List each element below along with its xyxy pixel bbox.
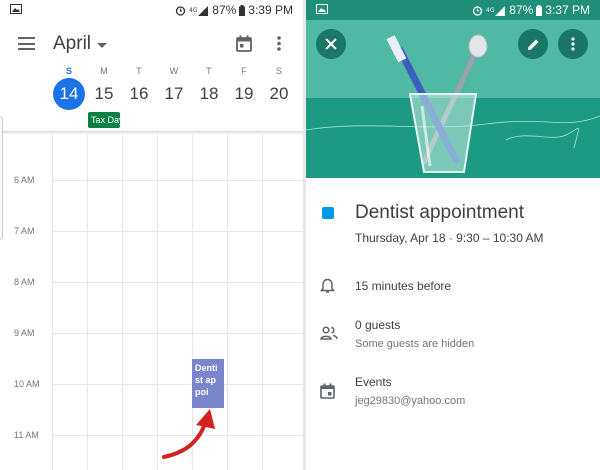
calendar-week-screen: 4G 87% 3:39 PM April S M T W T F S 14 15… [0,0,303,470]
event-color-swatch [322,207,334,219]
event-title-row: Dentist appointment [322,202,524,224]
day-row: 14 15 16 17 18 19 20 [52,78,298,110]
svg-text:4G: 4G [189,7,198,14]
event-banner-illustration [306,20,600,178]
hour-label: 7 AM [14,226,35,236]
day-number[interactable]: 19 [227,78,261,110]
svg-text:4G: 4G [486,7,495,14]
status-time: 3:37 PM [545,3,590,17]
reminder-text[interactable]: 15 minutes before [355,279,451,293]
calendar-icon [320,383,335,399]
day-number-selected[interactable]: 14 [52,78,86,110]
hour-label: 9 AM [14,328,35,338]
people-icon [320,326,338,340]
grid-column-line [87,135,88,470]
day-number[interactable]: 18 [192,78,226,110]
event-detail-screen: 4G 87% 3:37 PM Dentist appointment Thurs… [306,0,600,470]
alarm-icon [473,5,483,16]
all-day-event-chip[interactable]: Tax Day [88,112,120,128]
today-calendar-icon[interactable] [236,35,252,52]
drawer-edge[interactable] [0,116,3,240]
hour-line [52,384,303,385]
menu-icon[interactable] [18,37,35,50]
signal-icon: 4G [486,5,506,16]
red-arrow-annotation [162,409,215,459]
hour-line [52,333,303,334]
day-number[interactable]: 20 [262,78,296,110]
status-bar: 4G 87% 3:39 PM [0,0,303,20]
more-vert-icon[interactable] [275,35,283,52]
weekday-label: F [241,66,247,76]
event-title: Dentist appointment [355,202,524,223]
grid-column-line [227,135,228,470]
status-bar: 4G 87% 3:37 PM [306,0,600,20]
edit-button[interactable] [518,29,548,59]
event-datetime: Thursday, Apr 18 · 9:30 – 10:30 AM [355,231,544,245]
hour-line [52,231,303,232]
guests-count[interactable]: 0 guests [355,318,400,332]
gallery-notification-icon [10,4,22,14]
hour-label: 8 AM [14,277,35,287]
toothbrush-illustration [306,20,600,178]
more-options-button[interactable] [558,29,588,59]
pencil-icon [527,39,538,50]
gallery-notification-icon [316,4,328,14]
hour-label: 6 AM [14,175,35,185]
grid-column-line [157,135,158,470]
weekday-label: M [100,66,108,76]
battery-icon [239,4,246,16]
day-number[interactable]: 17 [157,78,191,110]
caret-down-icon [97,42,108,48]
battery-percent: 87% [509,3,534,17]
more-vert-icon [571,37,575,51]
weekday-label: T [206,66,212,76]
weekday-label: S [275,66,283,76]
day-number[interactable]: 16 [122,78,156,110]
hour-label: 10 AM [14,379,40,389]
dentist-event-block[interactable]: Dentist appoi [192,359,224,408]
day-number[interactable]: 15 [87,78,121,110]
battery-icon [536,4,543,16]
close-icon [325,38,337,50]
grid-column-line [52,135,53,470]
close-button[interactable] [316,29,346,59]
bell-icon [320,278,335,293]
battery-percent: 87% [212,3,237,17]
weekday-label: S [65,66,73,76]
grid-column-line [122,135,123,470]
status-time: 3:39 PM [248,3,293,17]
hour-label: 11 AM [14,430,39,440]
hour-line [52,180,303,181]
weekday-label: W [169,66,179,76]
hour-line [52,282,303,283]
guests-note: Some guests are hidden [355,338,475,350]
calendar-name: Events [355,375,392,389]
alarm-icon [176,5,186,16]
signal-icon: 4G [189,5,209,16]
calendar-account: jeg29830@yahoo.com [355,395,466,407]
time-grid[interactable]: 6 AM 7 AM 8 AM 9 AM 10 AM 11 AM [0,135,303,470]
month-selector[interactable]: April [53,33,108,55]
grid-column-line [262,135,263,470]
month-label: April [53,33,92,54]
weekday-label: T [136,66,142,76]
